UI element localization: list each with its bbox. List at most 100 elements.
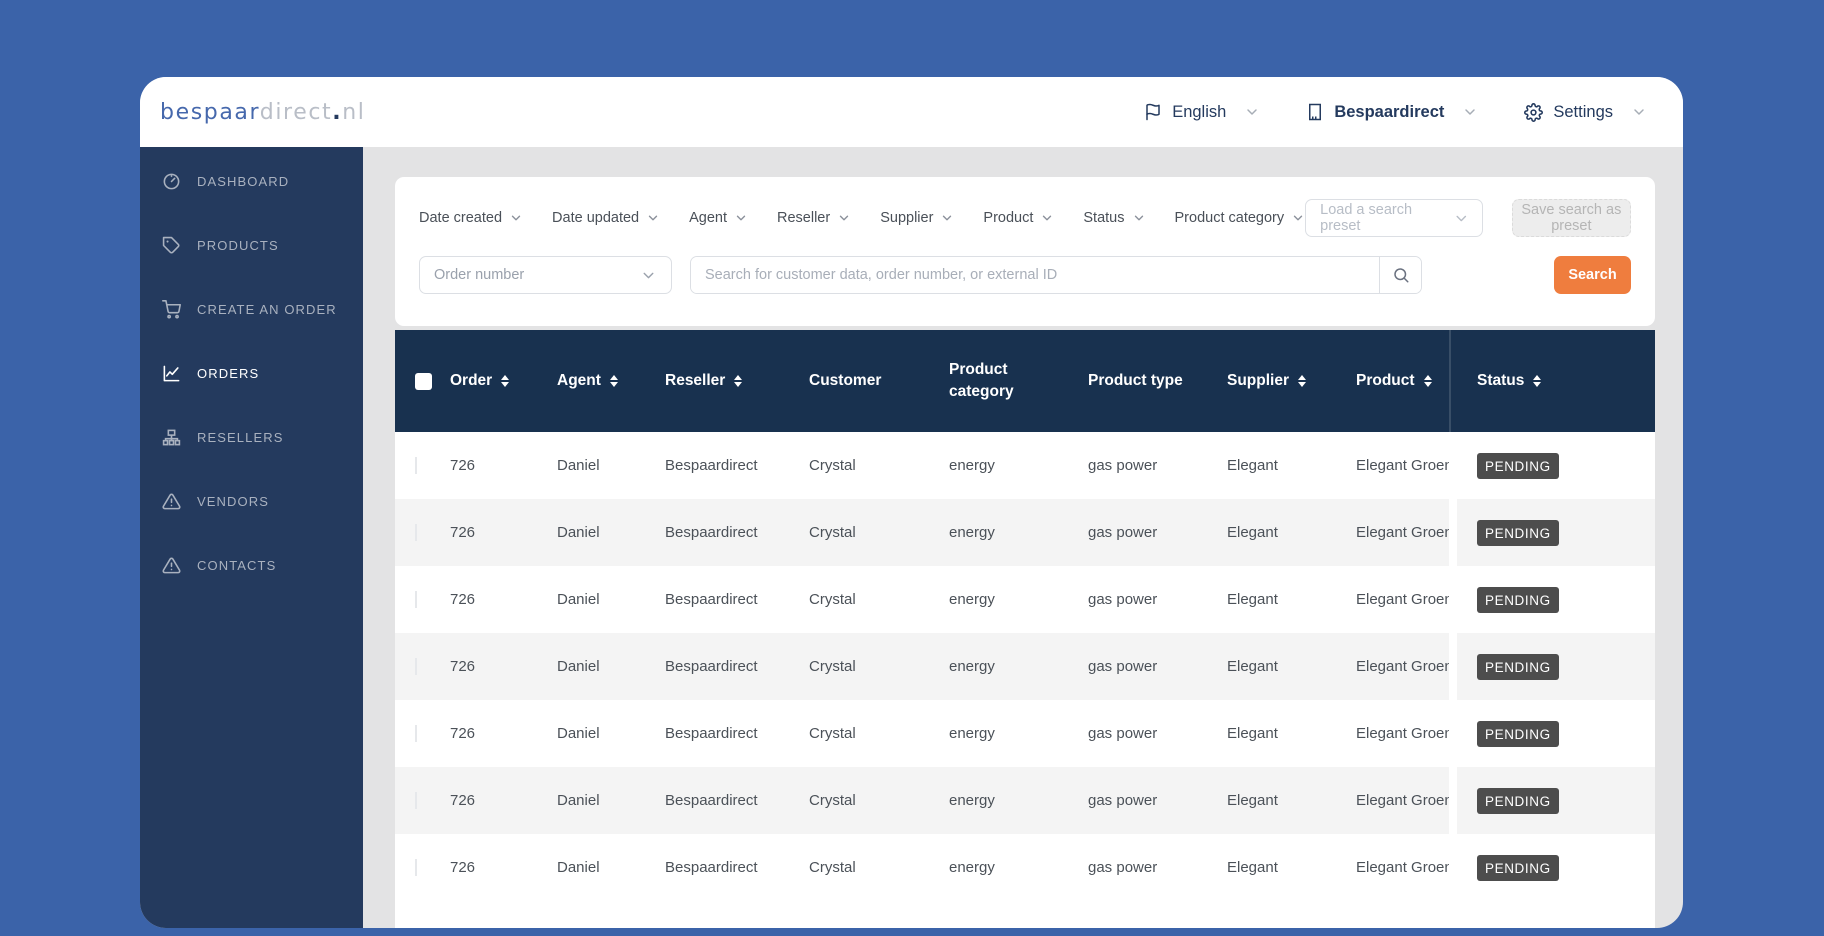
cell-product: Elegant Groen	[1356, 524, 1449, 541]
header-cell-agent[interactable]: Agent	[557, 370, 665, 392]
sidebar-item-label: RESELLERS	[197, 430, 284, 445]
header-label: Supplier	[1227, 370, 1289, 392]
header-cell-product-category: Product category	[949, 359, 1088, 404]
table-row[interactable]: 726 Daniel Bespaardirect Crystal energy …	[395, 633, 1655, 700]
cell-customer: Crystal	[809, 457, 949, 474]
search-field	[690, 256, 1422, 294]
cell-order: 726	[450, 457, 557, 474]
sticky-column-gap	[1449, 633, 1457, 700]
topbar: bespaardirect.nl English Bespaardirect S…	[140, 77, 1683, 147]
cell-order: 726	[450, 792, 557, 809]
cell-agent: Daniel	[557, 524, 665, 541]
cell-status: PENDING	[1457, 855, 1655, 881]
gear-icon	[1524, 103, 1543, 122]
cell-supplier: Elegant	[1227, 658, 1356, 675]
row-checkbox[interactable]	[415, 658, 417, 675]
chevron-down-icon	[1132, 211, 1146, 225]
table-row[interactable]: 726 Daniel Bespaardirect Crystal energy …	[395, 700, 1655, 767]
header-label: Order	[450, 370, 492, 392]
cell-agent: Daniel	[557, 457, 665, 474]
search-icon-button[interactable]	[1379, 257, 1421, 293]
row-checkbox[interactable]	[415, 859, 417, 876]
sort-icon[interactable]	[1298, 375, 1306, 388]
cell-product: Elegant Groen	[1356, 591, 1449, 608]
row-checkbox[interactable]	[415, 792, 417, 809]
cell-status: PENDING	[1457, 721, 1655, 747]
filter-chip-product-category[interactable]: Product category	[1175, 210, 1306, 226]
status-badge: PENDING	[1477, 654, 1559, 680]
filter-chip-label: Status	[1083, 210, 1124, 226]
filter-chip-label: Supplier	[880, 210, 933, 226]
language-dropdown[interactable]: English	[1144, 103, 1260, 122]
search-input[interactable]	[691, 257, 1379, 293]
sort-icon[interactable]	[1424, 375, 1432, 388]
filter-chip-status[interactable]: Status	[1083, 210, 1145, 226]
filter-chip-supplier[interactable]: Supplier	[880, 210, 954, 226]
sort-icon[interactable]	[1533, 375, 1541, 388]
table-row[interactable]: 726 Daniel Bespaardirect Crystal energy …	[395, 767, 1655, 834]
cell-product-type: gas power	[1088, 792, 1227, 809]
order-number-select[interactable]: Order number	[419, 256, 672, 294]
table-row[interactable]: 726 Daniel Bespaardirect Crystal energy …	[395, 834, 1655, 901]
table-row[interactable]: 726 Daniel Bespaardirect Crystal energy …	[395, 566, 1655, 633]
row-checkbox[interactable]	[415, 524, 417, 541]
cell-product-category: energy	[949, 457, 1088, 474]
filter-chip-date-updated[interactable]: Date updated	[552, 210, 660, 226]
chevron-down-icon	[1291, 211, 1305, 225]
logo-dot: .	[332, 100, 342, 125]
sidebar-item-create-an-order[interactable]: CREATE AN ORDER	[140, 277, 363, 341]
cell-order: 726	[450, 725, 557, 742]
sidebar-item-resellers[interactable]: RESELLERS	[140, 405, 363, 469]
chevron-down-icon	[1453, 210, 1470, 227]
settings-dropdown[interactable]: Settings	[1524, 103, 1647, 122]
filter-chip-label: Agent	[689, 210, 727, 226]
filter-panel: Date created Date updated Agent Reseller…	[395, 177, 1655, 326]
header-cell-order[interactable]: Order	[450, 370, 557, 392]
header-cell-reseller[interactable]: Reseller	[665, 370, 809, 392]
sidebar-item-contacts[interactable]: CONTACTS	[140, 533, 363, 597]
chart-icon	[162, 364, 181, 383]
cell-checkbox	[395, 457, 450, 474]
save-search-preset-button[interactable]: Save search as preset	[1512, 199, 1631, 237]
table-row[interactable]: 726 Daniel Bespaardirect Crystal energy …	[395, 499, 1655, 566]
header-label: Product	[1356, 370, 1415, 392]
sidebar-item-orders[interactable]: ORDERS	[140, 341, 363, 405]
organization-dropdown[interactable]: Bespaardirect	[1306, 103, 1478, 122]
filter-chip-date-created[interactable]: Date created	[419, 210, 523, 226]
warning-icon	[162, 556, 181, 575]
header-cell-product[interactable]: Product	[1356, 370, 1449, 392]
sort-icon[interactable]	[610, 375, 618, 388]
load-search-preset-select[interactable]: Load a search preset	[1305, 199, 1483, 237]
row-checkbox[interactable]	[415, 725, 417, 742]
cell-reseller: Bespaardirect	[665, 725, 809, 742]
row-checkbox[interactable]	[415, 457, 417, 474]
table-row[interactable]: 726 Daniel Bespaardirect Crystal energy …	[395, 432, 1655, 499]
language-label: English	[1172, 103, 1226, 122]
row-checkbox[interactable]	[415, 591, 417, 608]
sidebar-item-products[interactable]: PRODUCTS	[140, 213, 363, 277]
cell-supplier: Elegant	[1227, 859, 1356, 876]
sidebar-item-label: PRODUCTS	[197, 238, 279, 253]
sidebar-item-dashboard[interactable]: DASHBOARD	[140, 149, 363, 213]
chevron-down-icon	[940, 211, 954, 225]
topbar-right: English Bespaardirect Settings	[1144, 103, 1647, 122]
sidebar-item-vendors[interactable]: VENDORS	[140, 469, 363, 533]
select-all-checkbox[interactable]	[415, 373, 432, 390]
header-cell-status[interactable]: Status	[1457, 370, 1655, 392]
filter-row-top: Date created Date updated Agent Reseller…	[419, 199, 1631, 237]
search-button[interactable]: Search	[1554, 256, 1631, 294]
cell-order: 726	[450, 524, 557, 541]
sort-icon[interactable]	[501, 375, 509, 388]
sticky-column-gap	[1449, 834, 1457, 901]
header-cell-supplier[interactable]: Supplier	[1227, 370, 1356, 392]
table-filler	[395, 901, 1655, 928]
sort-icon[interactable]	[734, 375, 742, 388]
filter-chip-agent[interactable]: Agent	[689, 210, 748, 226]
filter-chip-product[interactable]: Product	[983, 210, 1054, 226]
cell-customer: Crystal	[809, 725, 949, 742]
sticky-column-gap	[1449, 566, 1457, 633]
filter-chip-reseller[interactable]: Reseller	[777, 210, 851, 226]
cell-product-category: energy	[949, 658, 1088, 675]
header-label: Reseller	[665, 370, 725, 392]
cell-reseller: Bespaardirect	[665, 524, 809, 541]
